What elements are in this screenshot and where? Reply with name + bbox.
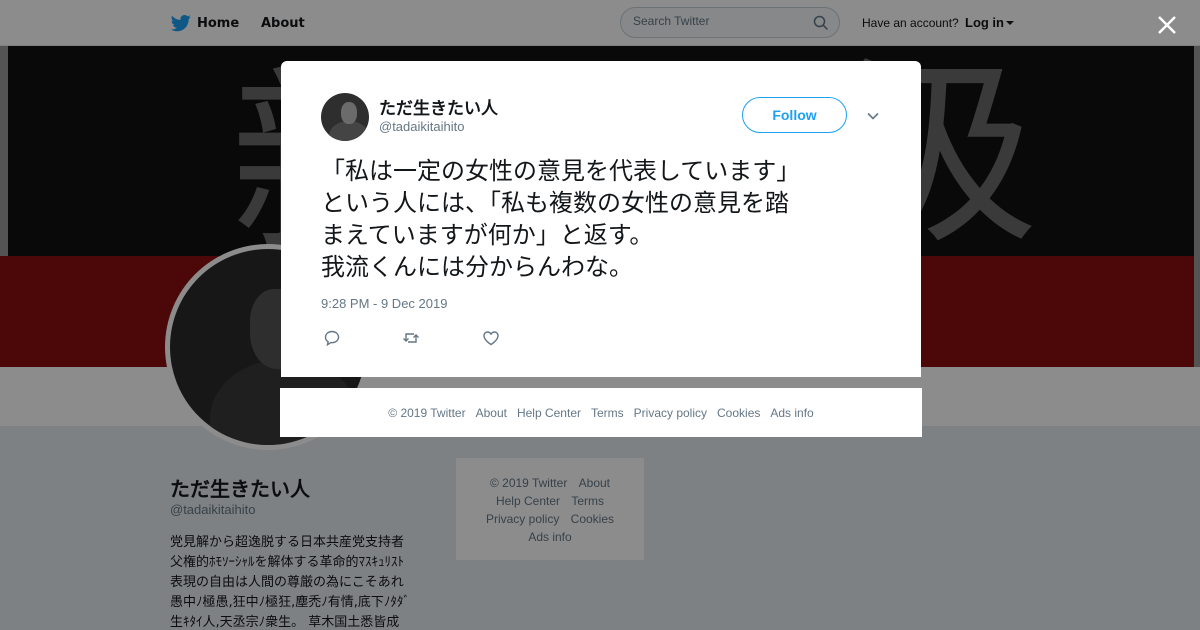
like-button[interactable] — [482, 329, 502, 347]
footer-link-help-center[interactable]: Help Center — [517, 406, 581, 420]
tweet-text-line: 「私は一定の女性の意見を代表しています」 — [321, 157, 801, 185]
footer-copyright: © 2019 Twitter — [388, 405, 466, 420]
heart-icon — [483, 331, 499, 346]
tweet-text: 「私は一定の女性の意見を代表しています」 という人には、「私も複数の女性の意見を… — [321, 155, 891, 283]
modal-footer: © 2019 Twitter About Help Center Terms P… — [280, 388, 922, 437]
tweet-timestamp[interactable]: 9:28 PM - 9 Dec 2019 — [321, 296, 447, 311]
tweet-permalink-card: ただ生きたい人 @tadaikitaihito Follow 「私は一定の女性の… — [281, 61, 921, 377]
tweet-author-name[interactable]: ただ生きたい人 — [379, 94, 498, 119]
footer-link-privacy[interactable]: Privacy policy — [634, 406, 707, 420]
tweet-text-line: まえていますが何か」と返す。 — [321, 221, 654, 249]
footer-link-ads-info[interactable]: Ads info — [770, 406, 813, 420]
footer-link-cookies[interactable]: Cookies — [717, 406, 760, 420]
follow-button[interactable]: Follow — [742, 97, 847, 133]
chevron-down-icon[interactable] — [866, 109, 880, 123]
footer-link-terms[interactable]: Terms — [591, 406, 624, 420]
close-icon[interactable] — [1155, 13, 1179, 37]
reply-icon — [324, 330, 340, 347]
avatar-figure-body — [329, 121, 369, 141]
tweet-text-line: 我流くんには分からんわな。 — [321, 253, 633, 281]
tweet-author-handle[interactable]: @tadaikitaihito — [379, 119, 464, 134]
reply-button[interactable] — [323, 329, 343, 347]
footer-link-about[interactable]: About — [476, 406, 507, 420]
avatar-figure-face — [341, 102, 357, 124]
tweet-author-avatar[interactable] — [321, 93, 369, 141]
retweet-icon — [403, 333, 419, 343]
retweet-button[interactable] — [402, 329, 422, 347]
tweet-text-line: という人には、「私も複数の女性の意見を踏 — [321, 189, 789, 217]
